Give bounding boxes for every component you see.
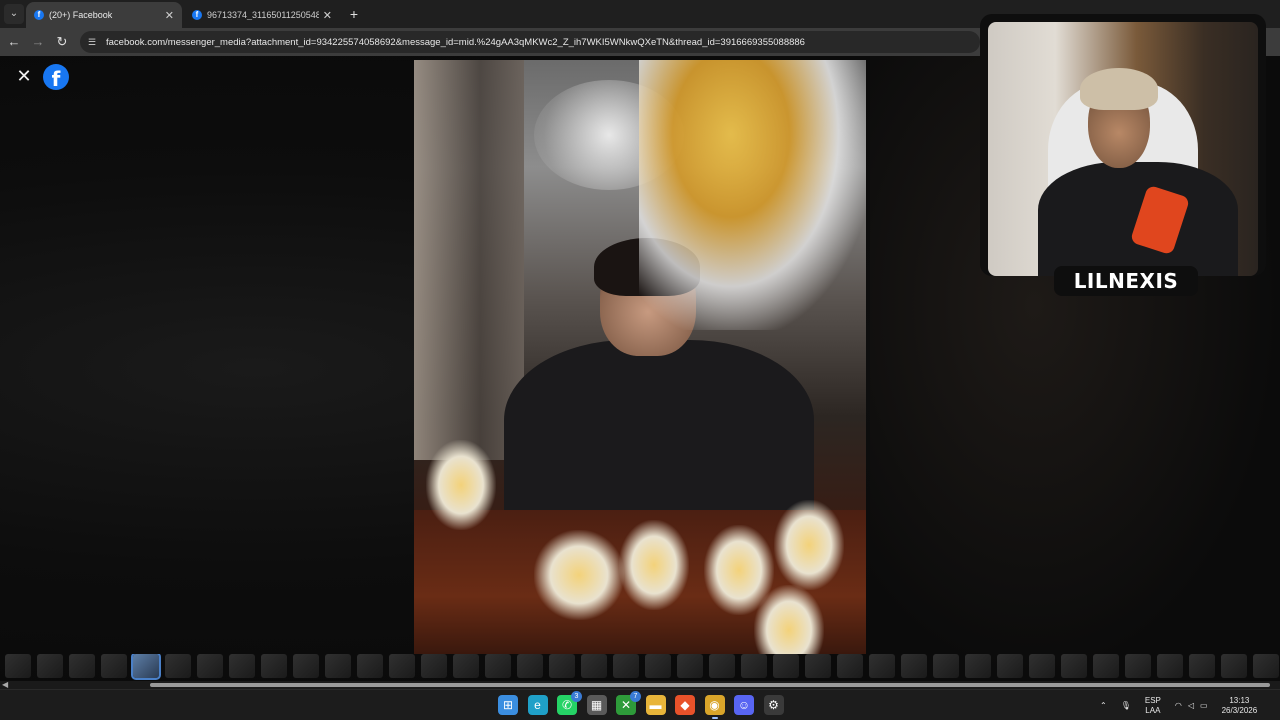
thumbnail-item[interactable] xyxy=(581,654,607,678)
thumbnail-item[interactable] xyxy=(549,654,575,678)
thumbnail-item[interactable] xyxy=(613,654,639,678)
address-bar[interactable]: ☰ facebook.com/messenger_media?attachmen… xyxy=(80,31,980,53)
microphone-tray-icon[interactable]: 🎙 xyxy=(1121,701,1131,710)
thumbnail-item[interactable] xyxy=(5,654,31,678)
thumbnail-item[interactable] xyxy=(1221,654,1247,678)
thumbnail-item[interactable] xyxy=(645,654,671,678)
clock[interactable]: 13:13 26/3/2026 xyxy=(1222,696,1258,716)
wifi-icon[interactable]: ◠ xyxy=(1175,701,1182,710)
thumbnail-item[interactable] xyxy=(69,654,95,678)
reload-icon[interactable]: ↻ xyxy=(52,32,72,52)
back-arrow-icon[interactable]: ← xyxy=(4,32,24,52)
windows-taskbar: ⌃ 🎙 ESP LAA ◠ ◁ ▭ 13:13 26/3/2026 ⊞ e ✆ 3 ▦ ✕… xyxy=(0,689,1280,720)
media-photo xyxy=(414,60,866,654)
thumbnail-item[interactable] xyxy=(197,654,223,678)
thumbnail-item[interactable] xyxy=(805,654,831,678)
thumbnail-item[interactable] xyxy=(131,654,161,680)
thumbnail-item[interactable] xyxy=(997,654,1023,678)
thumbnail-item[interactable] xyxy=(485,654,511,678)
thumbnail-item[interactable] xyxy=(1093,654,1119,678)
dragon-small-icon xyxy=(426,440,496,530)
thumbnail-item[interactable] xyxy=(869,654,895,678)
thumbnail-item[interactable] xyxy=(741,654,767,678)
tab-close-icon[interactable]: ✕ xyxy=(165,9,174,22)
thumbnail-item[interactable] xyxy=(933,654,959,678)
clock-time: 13:13 xyxy=(1229,695,1250,705)
webcam-overlay: LILNEXIS xyxy=(980,14,1266,296)
webcam-feed xyxy=(988,22,1258,276)
tab-image[interactable]: f 96713374_3116501125054817... ✕ xyxy=(184,2,340,28)
thumbnail-item[interactable] xyxy=(1029,654,1055,678)
language-code: ESP xyxy=(1144,695,1161,705)
thumbnail-item[interactable] xyxy=(1061,654,1087,678)
thumbnail-item[interactable] xyxy=(1157,654,1183,678)
dragon-small-icon xyxy=(534,530,624,620)
site-info-icon[interactable]: ☰ xyxy=(88,37,98,47)
thumbnail-item[interactable] xyxy=(165,654,191,678)
streamer-name-tag: LILNEXIS xyxy=(1054,266,1198,296)
thumbnail-item[interactable] xyxy=(357,654,383,678)
system-tray: ⌃ 🎙 ESP LAA ◠ ◁ ▭ 13:13 26/3/2026 xyxy=(1100,690,1257,720)
notification-badge: 7 xyxy=(630,691,641,702)
forward-arrow-icon[interactable]: → xyxy=(28,32,48,52)
thumbnail-item[interactable] xyxy=(101,654,127,678)
store-icon[interactable]: ▦ xyxy=(586,695,607,715)
thumbnail-item[interactable] xyxy=(1189,654,1215,678)
thumbnail-item[interactable] xyxy=(261,654,287,678)
steam-icon[interactable]: ⚙ xyxy=(763,695,784,715)
language-indicator[interactable]: ESP LAA xyxy=(1145,696,1161,716)
scrollbar-thumb[interactable] xyxy=(150,683,1270,687)
file-explorer-icon[interactable]: ▬ xyxy=(645,695,666,715)
thumbnail-strip xyxy=(0,654,1280,680)
thumbnail-item[interactable] xyxy=(773,654,799,678)
close-icon[interactable]: ✕ xyxy=(14,66,34,86)
url-text: facebook.com/messenger_media?attachment_… xyxy=(106,36,805,48)
facebook-logo-icon[interactable]: f xyxy=(43,64,69,90)
thumbnail-item[interactable] xyxy=(389,654,415,678)
thumbnail-item[interactable] xyxy=(677,654,703,678)
dragon-small-icon xyxy=(774,500,844,590)
thumbnail-item[interactable] xyxy=(325,654,351,678)
volume-icon[interactable]: ◁ xyxy=(1188,701,1194,710)
discord-icon[interactable]: ☺ xyxy=(734,695,754,715)
thumbnail-item[interactable] xyxy=(517,654,543,678)
windows-start-icon[interactable]: ⊞ xyxy=(498,695,518,715)
thumbnail-item[interactable] xyxy=(1253,654,1279,678)
facebook-favicon-icon: f xyxy=(34,10,44,20)
tab-search-chevron-icon[interactable]: ⌄ xyxy=(4,4,24,24)
brave-icon[interactable]: ◆ xyxy=(675,695,695,715)
clock-date: 26/3/2026 xyxy=(1221,705,1258,715)
chrome-icon[interactable]: ◉ xyxy=(704,695,725,719)
thumbnail-item[interactable] xyxy=(901,654,927,678)
xbox-icon[interactable]: ✕ 7 xyxy=(616,691,641,715)
thumbnail-item[interactable] xyxy=(709,654,735,678)
tab-close-icon[interactable]: ✕ xyxy=(323,9,332,22)
thumbnail-item[interactable] xyxy=(37,654,63,678)
edge-icon[interactable]: e xyxy=(527,695,548,715)
dragon-large-icon xyxy=(639,60,866,330)
thumbnail-item[interactable] xyxy=(1125,654,1151,678)
notification-badge: 3 xyxy=(571,691,582,702)
tab-title: 96713374_3116501125054817... xyxy=(207,10,319,20)
facebook-favicon-icon: f xyxy=(192,10,202,20)
tab-facebook[interactable]: f (20+) Facebook ✕ xyxy=(26,2,182,28)
new-tab-button[interactable]: + xyxy=(344,4,364,24)
thumbnail-item[interactable] xyxy=(837,654,863,678)
whatsapp-icon[interactable]: ✆ 3 xyxy=(557,691,582,715)
thumbnail-item[interactable] xyxy=(421,654,447,678)
show-hidden-icons-icon[interactable]: ⌃ xyxy=(1100,701,1107,710)
battery-icon[interactable]: ▭ xyxy=(1200,701,1208,710)
dragon-small-icon xyxy=(754,585,824,654)
thumbnail-item[interactable] xyxy=(293,654,319,678)
dragon-small-icon xyxy=(619,520,689,610)
webcam-streamer-hair xyxy=(1080,68,1158,110)
thumbnail-item[interactable] xyxy=(453,654,479,678)
keyboard-layout: LAA xyxy=(1145,705,1161,715)
scroll-left-arrow-icon[interactable]: ◀ xyxy=(2,680,8,689)
tab-title: (20+) Facebook xyxy=(49,10,113,20)
thumbnail-item[interactable] xyxy=(965,654,991,678)
thumbnail-item[interactable] xyxy=(229,654,255,678)
horizontal-scrollbar[interactable]: ◀ xyxy=(0,680,1280,689)
